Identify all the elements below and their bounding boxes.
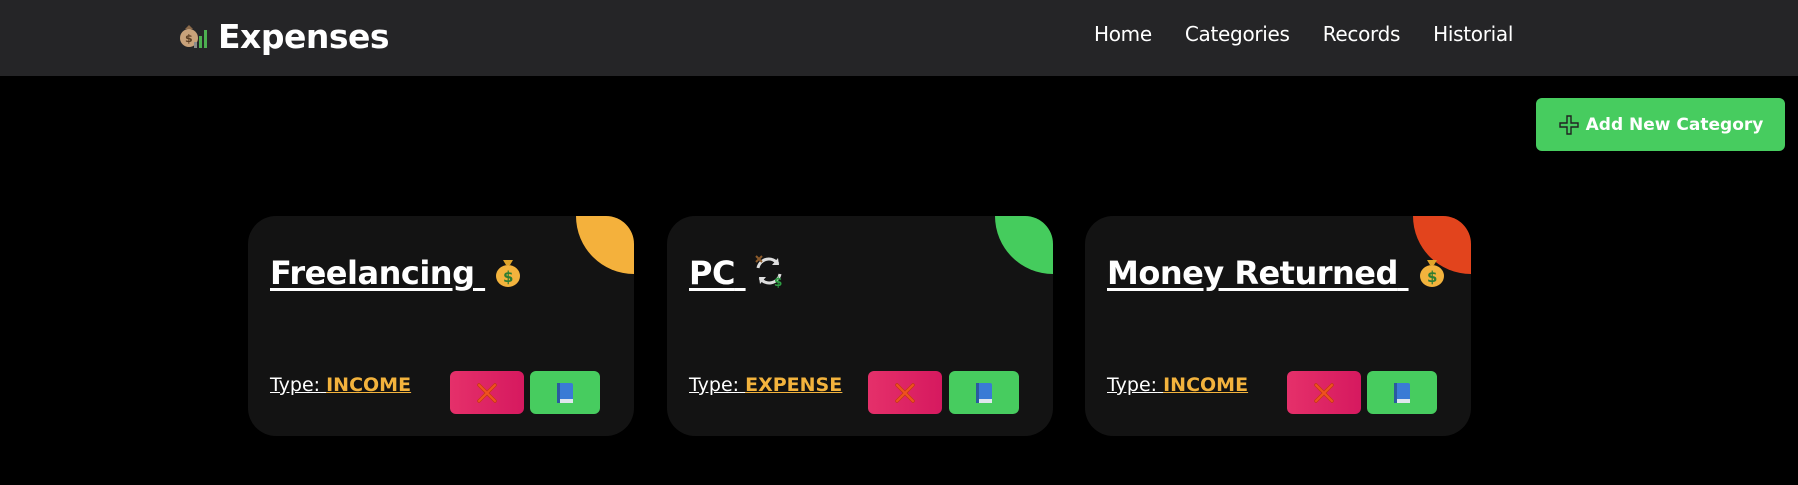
delete-button[interactable] [868, 371, 942, 414]
app-title: Expenses [218, 16, 390, 56]
book-icon [976, 382, 992, 403]
card-corner-decoration [995, 216, 1053, 274]
category-type: Type: INCOME [270, 374, 411, 396]
view-button[interactable] [1367, 371, 1437, 414]
nav-records[interactable]: Records [1323, 22, 1401, 46]
navbar: $ Expenses Home Categories Records Histo… [0, 0, 1798, 76]
category-title[interactable]: Freelancing $ [270, 254, 525, 292]
brand[interactable]: $ Expenses [178, 14, 390, 58]
money-bag-icon: $ [1419, 260, 1444, 287]
category-card: Money Returned $ Type: INCOME [1085, 216, 1471, 436]
main-nav: Home Categories Records Historial [1094, 22, 1546, 46]
book-icon [1394, 382, 1410, 403]
view-button[interactable] [949, 371, 1019, 414]
category-title[interactable]: Money Returned $ [1107, 254, 1449, 292]
category-title-text: Freelancing [270, 254, 475, 292]
delete-button[interactable] [1287, 371, 1361, 414]
money-bag-icon: $ [496, 260, 521, 287]
plus-icon [1558, 114, 1579, 135]
category-card: PC $ Type: EXPENSE [667, 216, 1053, 436]
add-category-button[interactable]: Add New Category [1536, 98, 1785, 151]
svg-text:$: $ [1427, 268, 1437, 286]
category-type: Type: INCOME [1107, 374, 1248, 396]
exchange-money-icon: $ [754, 255, 782, 288]
category-title-text: Money Returned [1107, 254, 1398, 292]
category-title[interactable]: PC $ [689, 254, 786, 292]
svg-text:$: $ [503, 268, 513, 286]
book-icon [557, 382, 573, 403]
svg-text:$: $ [185, 32, 193, 45]
category-card: Freelancing $ Type: INCOME [248, 216, 634, 436]
category-type: Type: EXPENSE [689, 374, 842, 396]
view-button[interactable] [530, 371, 600, 414]
type-prefix: Type: [270, 374, 321, 396]
card-corner-decoration [576, 216, 634, 274]
delete-button[interactable] [450, 371, 524, 414]
type-value: INCOME [1163, 374, 1249, 396]
type-prefix: Type: [1107, 374, 1158, 396]
type-prefix: Type: [689, 374, 740, 396]
close-icon [477, 382, 497, 403]
close-icon [1314, 382, 1334, 403]
type-value: INCOME [326, 374, 412, 396]
nav-categories[interactable]: Categories [1185, 22, 1290, 46]
add-category-label: Add New Category [1585, 114, 1764, 135]
nav-home[interactable]: Home [1094, 22, 1152, 46]
category-title-text: PC [689, 254, 735, 292]
nav-historial[interactable]: Historial [1433, 22, 1513, 46]
money-chart-icon: $ [180, 25, 207, 48]
type-value: EXPENSE [745, 374, 843, 396]
svg-text:$: $ [774, 275, 782, 288]
close-icon [895, 382, 915, 403]
